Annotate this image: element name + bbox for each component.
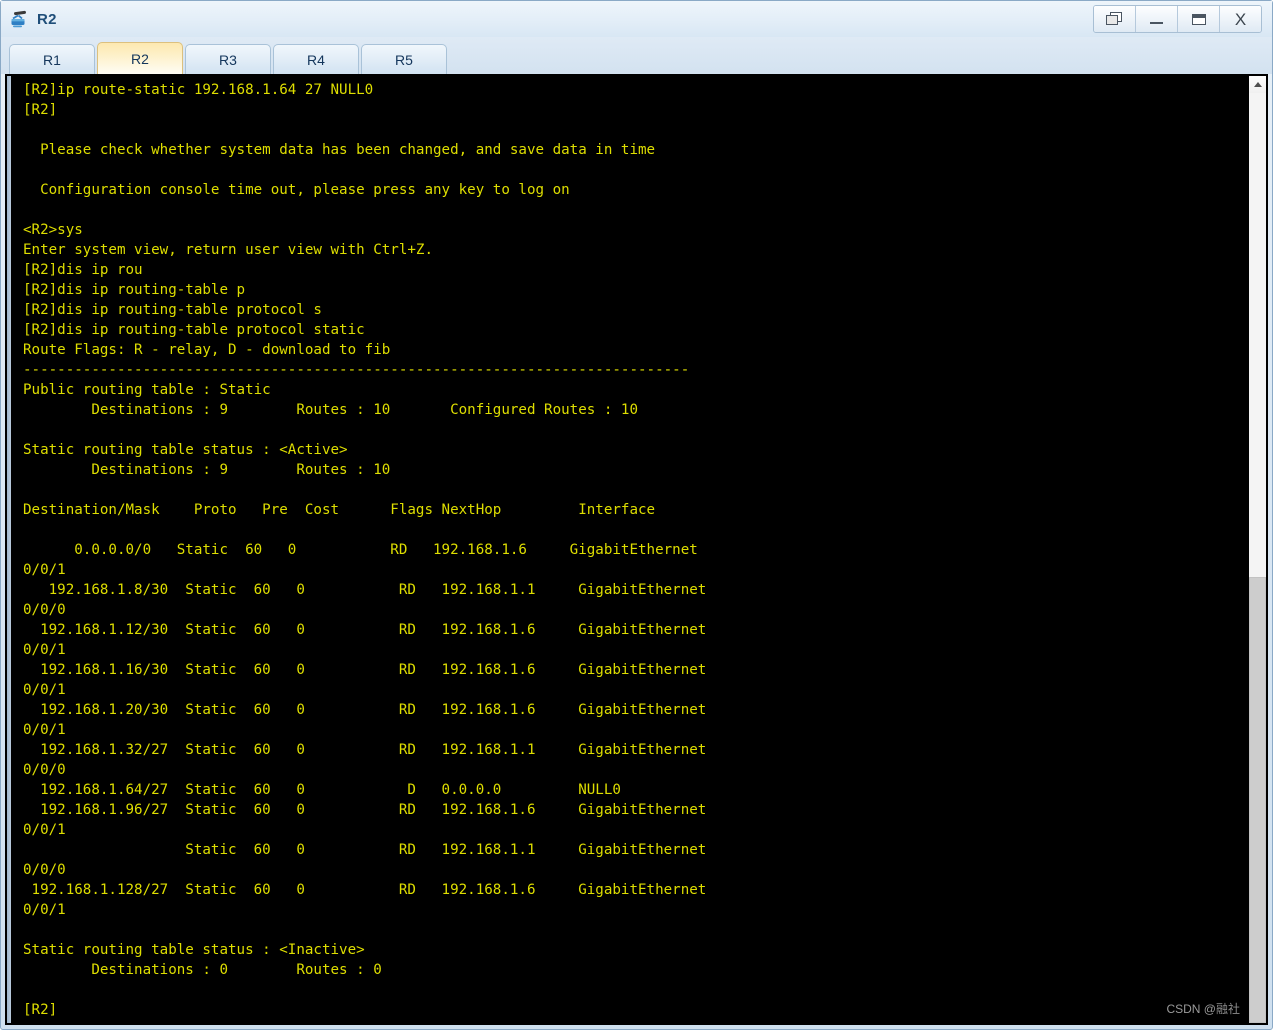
terminal-line: 192.168.1.20/30 Static 60 0 RD 192.168.1… (23, 702, 707, 718)
terminal-line: [R2]dis ip routing-table protocol s (23, 302, 322, 318)
tab-r4[interactable]: R4 (273, 44, 359, 74)
terminal-line: 0/0/1 (23, 722, 66, 738)
minimize-icon (1150, 21, 1163, 24)
tab-label: R4 (307, 51, 325, 68)
maximize-button[interactable] (1178, 6, 1220, 32)
terminal-line: ----------------------------------------… (23, 362, 690, 378)
terminal-line: <R2>sys (23, 222, 83, 238)
terminal-line: 0/0/1 (23, 682, 66, 698)
terminal-line: 0/0/1 (23, 562, 66, 578)
terminal-line: Please check whether system data has bee… (23, 142, 656, 158)
tab-r1[interactable]: R1 (9, 44, 95, 74)
terminal-line: 0.0.0.0/0 Static 60 0 RD 192.168.1.6 Gig… (23, 542, 698, 558)
title-bar: R2 X (1, 1, 1272, 37)
terminal-line: [R2]dis ip routing-table p (23, 282, 246, 298)
terminal-line: Destinations : 9 Routes : 10 Configured … (23, 402, 638, 418)
terminal-line: [R2] (23, 102, 58, 118)
console-window: R2 X R1 R2 R3 R4 R5 [R2]ip route-static … (0, 0, 1273, 1030)
scrollbar-track[interactable] (1249, 93, 1266, 1023)
tab-r5[interactable]: R5 (361, 44, 447, 74)
terminal-line: Public routing table : Static (23, 382, 271, 398)
terminal-line: 192.168.1.96/27 Static 60 0 RD 192.168.1… (23, 802, 707, 818)
terminal-line: Static routing table status : <Inactive> (23, 942, 365, 958)
terminal-line: 0/0/1 (23, 822, 66, 838)
tab-label: R5 (395, 51, 413, 68)
terminal-line: Configuration console time out, please p… (23, 182, 570, 198)
terminal-line: [R2]dis ip routing-table protocol static (23, 322, 365, 338)
tab-label: R1 (43, 51, 61, 68)
terminal-line: 192.168.1.8/30 Static 60 0 RD 192.168.1.… (23, 582, 707, 598)
terminal-line: Static routing table status : <Active> (23, 442, 348, 458)
terminal-line: Destinations : 9 Routes : 10 (23, 462, 391, 478)
terminal-line: Route Flags: R - relay, D - download to … (23, 342, 391, 358)
terminal-line: [R2] (23, 1002, 58, 1018)
scrollbar-thumb[interactable] (1249, 576, 1266, 1023)
terminal-line: 192.168.1.64/27 Static 60 0 D 0.0.0.0 NU… (23, 782, 621, 798)
close-button[interactable]: X (1220, 6, 1261, 32)
terminal-line: 0/0/0 (23, 602, 66, 618)
terminal-line: 0/0/0 (23, 762, 66, 778)
terminal-line: 0/0/1 (23, 642, 66, 658)
terminal-line: [R2]dis ip rou (23, 262, 143, 278)
window-title: R2 (37, 10, 57, 28)
tab-label: R2 (131, 50, 149, 67)
router-icon (9, 8, 31, 30)
tab-r2[interactable]: R2 (97, 42, 183, 74)
terminal-line: Enter system view, return user view with… (23, 242, 433, 258)
minimize-button[interactable] (1136, 6, 1178, 32)
restore-button[interactable] (1094, 6, 1136, 32)
terminal-scrollbar[interactable] (1248, 76, 1266, 1023)
scroll-up-button[interactable] (1249, 76, 1266, 93)
window-controls: X (1093, 5, 1262, 33)
tab-label: R3 (219, 51, 237, 68)
terminal-line: 0/0/0 (23, 862, 66, 878)
terminal-line: 192.168.1.32/27 Static 60 0 RD 192.168.1… (23, 742, 707, 758)
terminal-output[interactable]: [R2]ip route-static 192.168.1.64 27 NULL… (11, 76, 1248, 1023)
maximize-icon (1191, 13, 1206, 25)
terminal-line: 192.168.1.128/27 Static 60 0 RD 192.168.… (23, 882, 707, 898)
terminal-line: Static 60 0 RD 192.168.1.1 GigabitEthern… (23, 842, 707, 858)
tab-r3[interactable]: R3 (185, 44, 271, 74)
close-icon: X (1234, 9, 1247, 29)
terminal-line: 192.168.1.12/30 Static 60 0 RD 192.168.1… (23, 622, 707, 638)
terminal-line: 192.168.1.16/30 Static 60 0 RD 192.168.1… (23, 662, 707, 678)
restore-icon (1106, 12, 1123, 26)
terminal-line: Destination/Mask Proto Pre Cost Flags Ne… (23, 502, 656, 518)
chevron-up-icon (1253, 82, 1262, 87)
terminal-area: [R2]ip route-static 192.168.1.64 27 NULL… (5, 74, 1268, 1025)
terminal-line: Destinations : 0 Routes : 0 (23, 962, 382, 978)
device-tab-bar: R1 R2 R3 R4 R5 (1, 37, 1272, 74)
terminal-line: 0/0/1 (23, 902, 66, 918)
terminal-line: [R2]ip route-static 192.168.1.64 27 NULL… (23, 82, 374, 98)
